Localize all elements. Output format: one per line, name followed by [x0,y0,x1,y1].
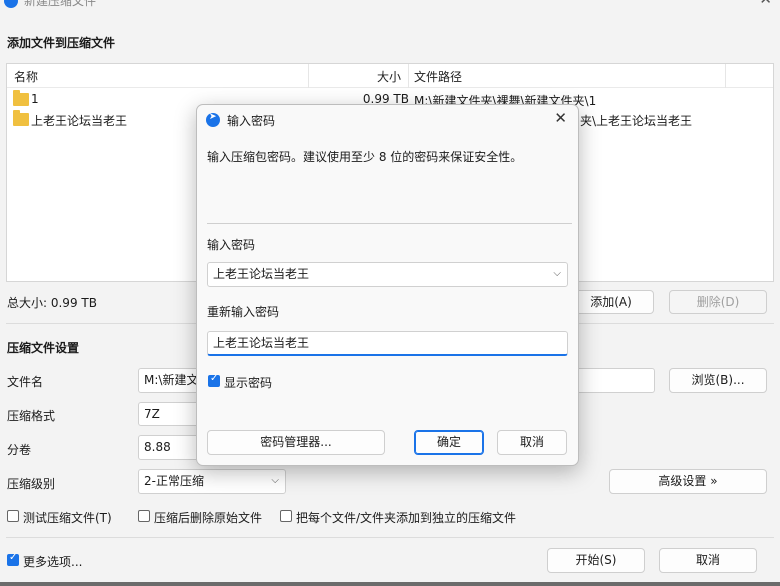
checkbox-label: 显示密码 [224,376,273,390]
checkbox-box-checked [208,373,220,387]
confirm-password-label: 重新输入密码 [207,305,280,319]
file-path: 夹\上老王论坛当老王 [580,114,693,128]
delete-after-checkbox[interactable]: 压缩后删除原始文件 [138,509,273,525]
window-close-icon[interactable]: ✕ [759,0,772,8]
password-input[interactable]: 上老王论坛当老王 ⌵ [207,262,568,287]
filename-label: 文件名 [7,375,44,389]
cancel-button[interactable]: 取消 [659,548,757,573]
password-dialog: 输入密码 ✕ 输入压缩包密码。建议使用至少 8 位的密码来保证安全性。 输入密码… [196,104,579,466]
chevron-down-icon[interactable]: ⌵ [553,263,561,285]
volume-label: 分卷 [7,443,32,457]
each-separate-checkbox[interactable]: 把每个文件/文件夹添加到独立的压缩文件 [280,509,520,525]
level-select[interactable]: 2-正常压缩 ⌵ [138,469,286,494]
app-logo-icon [4,0,18,8]
file-name: 1 [31,92,39,106]
column-separator [725,64,726,88]
file-list-header: 名称 大小 文件路径 [7,64,773,88]
app-logo-icon [206,112,220,127]
ok-button[interactable]: 确定 [414,430,484,455]
delete-button[interactable]: 删除(D) [669,290,767,314]
password-manager-button[interactable]: 密码管理器... [207,430,385,455]
total-size: 总大小: 0.99 TB [7,296,97,310]
add-files-heading: 添加文件到压缩文件 [7,36,116,50]
checkbox-box [7,510,19,522]
checkbox-box [280,510,292,522]
dialog-title: 输入密码 [227,114,276,128]
password-label: 输入密码 [207,238,256,252]
show-password-checkbox[interactable]: 显示密码 [208,373,288,390]
settings-heading: 压缩文件设置 [7,341,80,355]
browse-button[interactable]: 浏览(B)... [669,368,767,393]
add-button[interactable]: 添加(A) [568,290,654,314]
level-value: 2-正常压缩 [144,474,204,488]
column-header-path[interactable]: 文件路径 [414,68,462,85]
test-archive-checkbox[interactable]: 测试压缩文件(T) [7,509,132,525]
folder-icon [13,90,29,106]
level-label: 压缩级别 [7,477,56,491]
column-header-size[interactable]: 大小 [377,68,401,85]
file-name: 上老王论坛当老王 [31,114,128,128]
column-separator [408,64,409,88]
advanced-settings-button[interactable]: 高级设置 » [609,469,767,494]
title-bar: 新建压缩文件 ✕ [0,0,780,12]
checkbox-label: 把每个文件/文件夹添加到独立的压缩文件 [296,511,517,525]
divider [207,223,572,224]
folder-icon [13,110,29,126]
checkbox-label: 压缩后删除原始文件 [154,511,263,525]
checkbox-label: 更多选项... [23,555,83,569]
more-options-checkbox[interactable]: 更多选项... [7,552,97,569]
dialog-cancel-button[interactable]: 取消 [497,430,567,455]
dialog-close-icon[interactable]: ✕ [554,109,567,127]
window-title: 新建压缩文件 [24,0,97,8]
format-label: 压缩格式 [7,409,56,423]
dialog-message: 输入压缩包密码。建议使用至少 8 位的密码来保证安全性。 [207,150,523,164]
divider [6,537,774,538]
taskbar-edge [0,582,780,586]
chevron-down-icon: ⌵ [271,475,279,486]
start-button[interactable]: 开始(S) [547,548,645,573]
format-value: 7Z [144,407,160,421]
checkbox-box [138,510,150,522]
column-header-name[interactable]: 名称 [14,68,38,85]
column-separator [308,64,309,88]
checkbox-label: 测试压缩文件(T) [23,511,112,525]
password-value: 上老王论坛当老王 [213,267,310,281]
confirm-password-input[interactable]: 上老王论坛当老王 [207,331,568,356]
checkbox-box-checked [7,552,19,566]
